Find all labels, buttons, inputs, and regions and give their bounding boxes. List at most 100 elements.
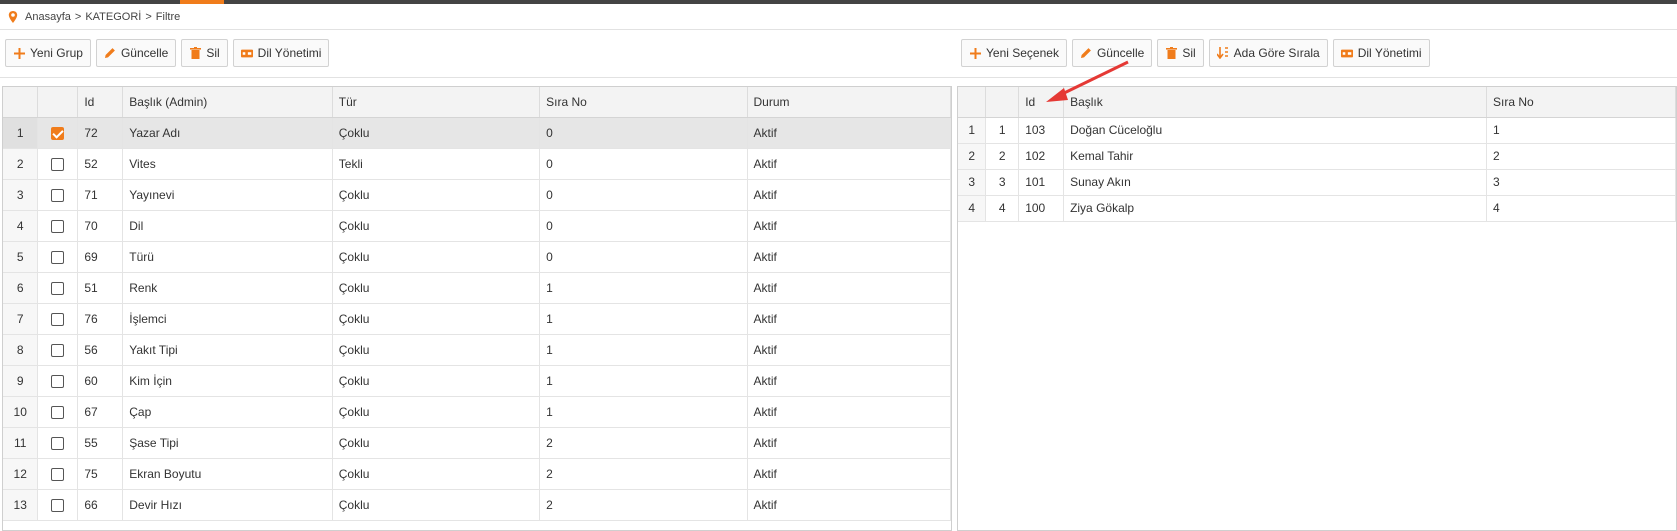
cell-title: Yazar Adı [122, 117, 333, 149]
cell-status: Aktif [747, 241, 951, 273]
filter-options-grid: Id Başlık Sıra No 1 1 103 Doğan Cüceloğlu 1 2… [957, 86, 1677, 531]
table-row[interactable]: 11 55 Şase Tipi Çoklu 2 Aktif [3, 427, 951, 459]
cell-title: Kemal Tahir [1063, 143, 1487, 170]
cell-status: Aktif [747, 427, 951, 459]
row-checkbox[interactable] [51, 188, 65, 202]
row-number: 7 [3, 303, 39, 335]
cell-title: İşlemci [122, 303, 333, 335]
row-checkbox[interactable] [51, 157, 65, 171]
cell-id: 102 [1018, 143, 1065, 170]
row-checkbox[interactable] [51, 312, 65, 326]
row-checkbox-cell[interactable] [37, 241, 79, 273]
table-row[interactable]: 2 2 102 Kemal Tahir 2 [958, 143, 1676, 170]
row-checkbox[interactable] [51, 219, 65, 233]
row-checkbox-cell[interactable] [37, 427, 79, 459]
table-row[interactable]: 10 67 Çap Çoklu 1 Aktif [3, 396, 951, 428]
row-checkbox-cell[interactable] [37, 489, 79, 521]
row-checkbox[interactable] [51, 374, 65, 388]
row-number-header [958, 87, 987, 118]
row-checkbox-cell[interactable] [37, 303, 79, 335]
new-group-button[interactable]: Yeni Grup [5, 39, 91, 67]
language-management-button[interactable]: Dil Yönetimi [232, 39, 330, 67]
row-checkbox-cell[interactable] [37, 396, 79, 428]
row-checkbox[interactable] [51, 281, 65, 295]
update-group-button[interactable]: Güncelle [95, 39, 177, 67]
cell-status: Aktif [747, 489, 951, 521]
table-row[interactable]: 8 56 Yakıt Tipi Çoklu 1 Aktif [3, 334, 951, 366]
cell-id: 60 [77, 365, 124, 397]
row-number: 5 [3, 241, 39, 273]
cell-id: 56 [77, 334, 124, 366]
new-option-button[interactable]: Yeni Seçenek [961, 39, 1067, 67]
cell-status: Aktif [747, 303, 951, 335]
table-row[interactable]: 7 76 İşlemci Çoklu 1 Aktif [3, 303, 951, 335]
table-row[interactable]: 5 69 Türü Çoklu 0 Aktif [3, 241, 951, 273]
cell-id: 51 [77, 272, 124, 304]
language-management-button[interactable]: Dil Yönetimi [1332, 39, 1430, 67]
table-row[interactable]: 3 71 Yayınevi Çoklu 0 Aktif [3, 179, 951, 211]
table-row[interactable]: 1 72 Yazar Adı Çoklu 0 Aktif [3, 117, 951, 149]
row-checkbox-cell[interactable] [37, 117, 79, 149]
cell-order: 3 [1486, 169, 1676, 196]
breadcrumb-category[interactable]: KATEGORİ [85, 11, 141, 23]
table-row[interactable]: 12 75 Ekran Boyutu Çoklu 2 Aktif [3, 458, 951, 490]
table-row[interactable]: 6 51 Renk Çoklu 1 Aktif [3, 272, 951, 304]
breadcrumb-home[interactable]: Anasayfa [25, 11, 71, 23]
delete-group-button[interactable]: Sil [181, 39, 228, 67]
column-header-order[interactable]: Sıra No [539, 87, 748, 118]
right-toolbar: Yeni Seçenek Güncelle Sil Ada Göre Sıral… [961, 39, 1430, 67]
row-checkbox[interactable] [51, 343, 65, 357]
column-header-id[interactable]: Id [77, 87, 124, 118]
cell-status: Aktif [747, 117, 951, 149]
row-checkbox[interactable] [51, 405, 65, 419]
row-checkbox-cell[interactable] [37, 210, 79, 242]
cell-type: Çoklu [332, 179, 541, 211]
update-option-button[interactable]: Güncelle [1071, 39, 1153, 67]
row-index-header [985, 87, 1020, 118]
table-row[interactable]: 1 1 103 Doğan Cüceloğlu 1 [958, 117, 1676, 144]
row-checkbox[interactable] [51, 467, 65, 481]
row-checkbox-cell[interactable] [37, 458, 79, 490]
column-header-title[interactable]: Başlık (Admin) [122, 87, 333, 118]
cell-title: Türü [122, 241, 333, 273]
sort-by-name-button[interactable]: Ada Göre Sırala [1208, 39, 1328, 67]
delete-option-button[interactable]: Sil [1157, 39, 1204, 67]
breadcrumb-separator: > [74, 10, 82, 23]
column-header-type[interactable]: Tür [332, 87, 541, 118]
delete-label: Sil [1182, 46, 1196, 60]
cell-type: Çoklu [332, 241, 541, 273]
column-header-order[interactable]: Sıra No [1486, 87, 1676, 118]
cell-title: Yayınevi [122, 179, 333, 211]
table-row[interactable]: 4 70 Dil Çoklu 0 Aktif [3, 210, 951, 242]
row-checkbox[interactable] [51, 126, 65, 140]
row-checkbox[interactable] [51, 436, 65, 450]
row-index: 1 [985, 117, 1020, 144]
column-header-title[interactable]: Başlık [1063, 87, 1487, 118]
table-row[interactable]: 3 3 101 Sunay Akın 3 [958, 169, 1676, 196]
cell-type: Çoklu [332, 334, 541, 366]
language-label: Dil Yönetimi [1357, 46, 1422, 60]
column-header-id[interactable]: Id [1018, 87, 1065, 118]
row-checkbox-cell[interactable] [37, 148, 79, 180]
cell-type: Çoklu [332, 458, 541, 490]
cell-id: 70 [77, 210, 124, 242]
table-row[interactable]: 13 66 Devir Hızı Çoklu 2 Aktif [3, 489, 951, 521]
cell-order: 1 [539, 334, 748, 366]
cell-order: 2 [539, 458, 748, 490]
row-number: 3 [3, 179, 39, 211]
row-number: 8 [3, 334, 39, 366]
row-checkbox-cell[interactable] [37, 272, 79, 304]
table-row[interactable]: 9 60 Kim İçin Çoklu 1 Aktif [3, 365, 951, 397]
row-checkbox[interactable] [51, 250, 65, 264]
column-header-status[interactable]: Durum [747, 87, 951, 118]
table-row[interactable]: 4 4 100 Ziya Gökalp 4 [958, 195, 1676, 222]
row-checkbox-cell[interactable] [37, 334, 79, 366]
row-checkbox[interactable] [51, 498, 65, 512]
cell-type: Çoklu [332, 272, 541, 304]
cell-id: 72 [77, 117, 124, 149]
table-row[interactable]: 2 52 Vites Tekli 0 Aktif [3, 148, 951, 180]
cell-type: Çoklu [332, 365, 541, 397]
row-checkbox-cell[interactable] [37, 179, 79, 211]
cell-order: 1 [539, 396, 748, 428]
row-checkbox-cell[interactable] [37, 365, 79, 397]
